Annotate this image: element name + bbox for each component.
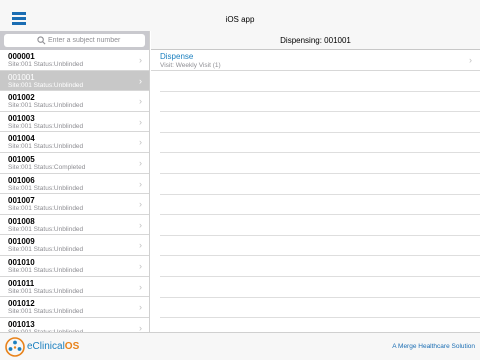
subject-meta: Site:001 Status:Unblinded [8, 225, 84, 233]
chevron-right-icon: › [139, 260, 142, 271]
search-input[interactable] [48, 34, 144, 47]
empty-rows [151, 71, 480, 319]
subject-meta: Site:001 Status:Unblinded [8, 287, 84, 295]
eclinicalos-logo-icon [5, 337, 25, 357]
brand-tagline: A Merge Healthcare Solution [392, 343, 475, 350]
empty-row [160, 174, 480, 195]
empty-row [160, 133, 480, 154]
empty-row [160, 277, 480, 298]
subject-meta: Site:001 Status:Unblinded [8, 205, 84, 213]
subject-meta: Site:001 Status:Unblinded [8, 266, 84, 274]
subject-id: 001001 [8, 72, 35, 82]
subject-row[interactable]: 001004 Site:001 Status:Unblinded › [0, 132, 149, 153]
subject-meta: Site:001 Status:Unblinded [8, 143, 84, 151]
subject-meta: Site:001 Status:Completed [8, 163, 86, 171]
empty-row [160, 236, 480, 257]
subject-id: 001009 [8, 237, 35, 247]
subject-id: 001011 [8, 278, 35, 288]
subject-row[interactable]: 001005 Site:001 Status:Completed › [0, 153, 149, 174]
empty-row [160, 256, 480, 277]
subject-meta: Site:001 Status:Unblinded [8, 122, 84, 130]
empty-row [160, 153, 480, 174]
navigation-bar: iOS app [0, 9, 480, 31]
subject-meta: Site:001 Status:Unblinded [8, 184, 84, 192]
chevron-right-icon: › [139, 55, 142, 65]
brand-suffix: OS [64, 341, 80, 352]
chevron-right-icon: › [139, 240, 142, 251]
empty-row [160, 298, 480, 319]
subject-id: 001004 [8, 134, 35, 144]
subject-row[interactable]: 001002 Site:001 Status:Unblinded › [0, 91, 149, 112]
subject-row[interactable]: 001003 Site:001 Status:Unblinded › [0, 112, 149, 133]
chevron-right-icon: › [139, 137, 142, 148]
subject-row[interactable]: 001010 Site:001 Status:Unblinded › [0, 256, 149, 277]
chevron-right-icon: › [139, 96, 142, 107]
detail-panel: Dispensing: 001001 Dispense Visit: Weekl… [151, 31, 480, 332]
subject-id: 001006 [8, 175, 35, 185]
chevron-right-icon: › [139, 157, 142, 168]
subject-id: 001005 [8, 154, 35, 164]
subject-row[interactable]: 001007 Site:001 Status:Unblinded › [0, 194, 149, 215]
search-field[interactable] [4, 34, 145, 47]
search-bar [0, 31, 149, 50]
subject-meta: Site:001 Status:Unblinded [8, 308, 84, 316]
brand-prefix: eClinical [27, 341, 65, 352]
subject-id: 001007 [8, 196, 35, 206]
subject-id: 001003 [8, 113, 35, 123]
subject-id: 001010 [8, 257, 35, 267]
dispense-row[interactable]: Dispense Visit: Weekly Visit (1) › [151, 50, 480, 71]
subject-id: 001012 [8, 299, 35, 309]
empty-row [160, 92, 480, 113]
chevron-right-icon: › [139, 199, 142, 210]
dispense-visit: Visit: Weekly Visit (1) [160, 62, 221, 69]
subject-id: 001008 [8, 216, 35, 226]
chevron-right-icon: › [139, 219, 142, 230]
subject-row[interactable]: 001009 Site:001 Status:Unblinded › [0, 235, 149, 256]
chevron-right-icon: › [139, 116, 142, 127]
chevron-right-icon: › [139, 281, 142, 292]
subject-meta: Site:001 Status:Unblinded [8, 246, 84, 254]
empty-row [160, 215, 480, 236]
subject-list: 000001 Site:001 Status:Unblinded › 001001 Si… [0, 50, 149, 332]
subject-row[interactable]: 001006 Site:001 Status:Unblinded › [0, 174, 149, 195]
app-title: iOS app [225, 15, 255, 24]
subject-row[interactable]: 001008 Site:001 Status:Unblinded › [0, 215, 149, 236]
chevron-right-icon: › [139, 178, 142, 189]
dispense-label: Dispense [160, 52, 194, 61]
chevron-right-icon: › [469, 55, 472, 65]
empty-row [160, 71, 480, 92]
subject-meta: Site:001 Status:Unblinded [8, 81, 84, 89]
brand-name: eClinicalOS [27, 341, 79, 352]
subject-row[interactable]: 001012 Site:001 Status:Unblinded › [0, 297, 149, 318]
empty-row [160, 112, 480, 133]
chevron-right-icon: › [139, 302, 142, 313]
subject-row[interactable]: 000001 Site:001 Status:Unblinded › [0, 50, 149, 71]
chevron-right-icon: › [139, 322, 142, 332]
subject-id: 001013 [8, 319, 35, 329]
subject-row[interactable]: 001001 Site:001 Status:Unblinded › [0, 70, 149, 92]
subject-row[interactable]: 001011 Site:001 Status:Unblinded › [0, 277, 149, 298]
subject-id: 001002 [8, 93, 35, 103]
subject-id: 000001 [8, 52, 35, 61]
empty-row [160, 195, 480, 216]
search-icon [37, 36, 46, 45]
subject-list-panel: 000001Site:001 Status:Unblinded›001001Si… [0, 31, 150, 332]
footer: eClinicalOS A Merge Healthcare Solution [0, 332, 480, 360]
chevron-right-icon: › [139, 75, 142, 86]
status-strip [0, 0, 480, 9]
subject-meta: Site:001 Status:Unblinded [8, 102, 84, 110]
subject-row[interactable]: 001013Site:001 Status:Unblinded› [0, 318, 149, 332]
subject-meta: Site:001 Status:Unblinded [8, 61, 84, 68]
detail-title: Dispensing: 001001 [151, 31, 480, 50]
